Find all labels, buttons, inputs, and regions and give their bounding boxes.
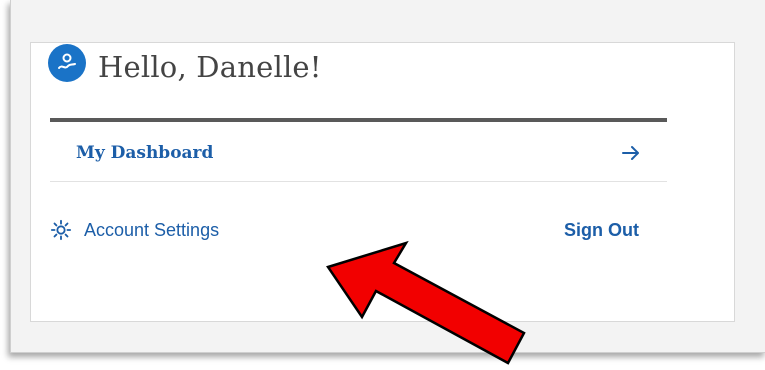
arrow-right-icon[interactable]	[621, 145, 641, 161]
greeting-header: Hello, Danelle!	[48, 42, 322, 92]
user-avatar-icon	[48, 44, 86, 82]
red-arrow-annotation	[326, 240, 526, 365]
header-divider	[50, 118, 667, 122]
screenshot: Hello, Danelle! My Dashboard Account Set…	[0, 0, 765, 370]
my-dashboard-link[interactable]: My Dashboard	[76, 143, 213, 163]
greeting-text: Hello, Danelle!	[98, 50, 322, 84]
sign-out-link[interactable]: Sign Out	[564, 220, 639, 241]
my-dashboard-row[interactable]: My Dashboard	[50, 124, 667, 182]
account-settings-label[interactable]: Account Settings	[84, 220, 219, 241]
account-settings-link[interactable]: Account Settings	[50, 219, 219, 241]
gear-icon	[50, 219, 72, 241]
